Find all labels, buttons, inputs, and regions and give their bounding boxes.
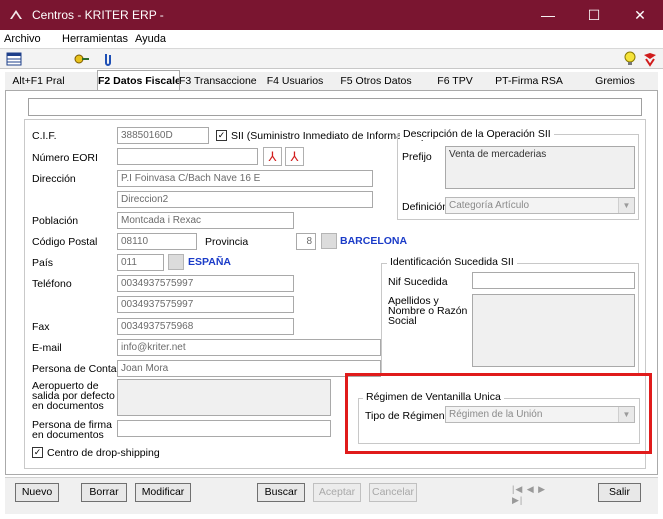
chevron-down-icon[interactable]: ▼ <box>618 198 634 213</box>
eori-label: Número EORI <box>32 152 98 164</box>
telefono2-input[interactable]: 0034937575997 <box>117 296 294 313</box>
cancelar-button[interactable]: Cancelar <box>369 483 417 502</box>
pais-code-input[interactable]: 011 <box>117 254 164 271</box>
codigo-postal-input[interactable]: 08110 <box>117 233 197 250</box>
prefijo-label: Prefijo <box>402 151 432 163</box>
app-logo-icon <box>10 10 22 19</box>
aeropuerto-label: Aeropuerto de salida por defecto en docu… <box>32 380 115 412</box>
eori-input[interactable] <box>117 148 258 165</box>
close-button[interactable]: ✕ <box>617 0 663 30</box>
direccion2-input[interactable]: Direccion2 <box>117 191 373 208</box>
provincia-label: Provincia <box>205 236 249 248</box>
pdf-icon-2[interactable]: ⅄ <box>285 147 304 166</box>
dropship-label: Centro de drop-shipping <box>47 447 160 459</box>
menu-ayuda[interactable]: Ayuda <box>135 33 166 45</box>
poblacion-label: Población <box>32 215 79 227</box>
prefijo-input[interactable]: Venta de mercaderias <box>445 146 635 189</box>
nif-input[interactable] <box>472 272 635 289</box>
codigo-postal-label: Código Postal <box>32 236 98 248</box>
tab-gremios[interactable]: Gremios <box>585 72 645 90</box>
tab-usuarios[interactable]: F4 Usuarios <box>263 72 327 90</box>
email-label: E-mail <box>32 342 62 354</box>
email-input[interactable]: info@kriter.net <box>117 339 381 356</box>
grid-icon[interactable] <box>6 51 22 67</box>
tab-otros-datos[interactable]: F5 Otros Datos <box>337 72 415 90</box>
provincia-lookup-button[interactable] <box>321 233 337 249</box>
pais-lookup-button[interactable] <box>168 254 184 270</box>
pais-name-link[interactable]: ESPAÑA <box>188 256 231 268</box>
key-icon[interactable] <box>74 51 90 67</box>
menu-herramientas[interactable]: Herramientas <box>62 33 128 45</box>
nuevo-button[interactable]: Nuevo <box>15 483 59 502</box>
apellidos-input[interactable] <box>472 294 635 367</box>
definicion-label: Definición <box>402 201 449 213</box>
menu-bar: Archivo Herramientas Ayuda <box>0 30 663 49</box>
aeropuerto-input[interactable] <box>117 379 331 416</box>
aceptar-button[interactable]: Aceptar <box>313 483 361 502</box>
cif-label: C.I.F. <box>32 130 57 142</box>
firma-input[interactable] <box>117 420 331 437</box>
salir-button[interactable]: Salir <box>598 483 641 502</box>
identificacion-sii-title: Identificación Sucedida SII <box>387 256 517 268</box>
tab-firma-rsa[interactable]: PT-Firma RSA <box>493 72 565 90</box>
provincia-code-input[interactable]: 8 <box>296 233 316 250</box>
poblacion-input[interactable]: Montcada i Rexac <box>117 212 294 229</box>
apellidos-label: Apellidos y Nombre o Razón Social <box>388 295 468 327</box>
pais-label: País <box>32 257 54 269</box>
buscar-button[interactable]: Buscar <box>257 483 305 502</box>
pdf-icon[interactable]: ⅄ <box>263 147 282 166</box>
minimize-button[interactable]: — <box>525 0 571 30</box>
modificar-button[interactable]: Modificar <box>135 483 191 502</box>
tab-principal[interactable]: Alt+F1 Pral <box>5 72 72 90</box>
sii-checkbox[interactable]: ✓ <box>216 130 227 141</box>
tab-datos-fiscales[interactable]: F2 Datos Fiscales <box>97 70 180 91</box>
nif-label: Nif Sucedida <box>388 276 448 288</box>
firma-label: Persona de firma en documentos <box>32 419 112 441</box>
title-bar: Centros - KRITER ERP - — ☐ ✕ <box>0 0 663 30</box>
exit-icon[interactable] <box>642 51 658 67</box>
definicion-value: Categoría Artículo <box>449 200 530 211</box>
borrar-button[interactable]: Borrar <box>81 483 127 502</box>
direccion-label: Dirección <box>32 173 76 185</box>
definicion-select[interactable]: Categoría Artículo ▼ <box>445 197 635 214</box>
maximize-button[interactable]: ☐ <box>571 0 617 30</box>
window-title: Centros - KRITER ERP - <box>32 8 164 22</box>
fax-label: Fax <box>32 321 50 333</box>
highlight-box <box>345 373 652 454</box>
descripcion-sii-title: Descripción de la Operación SII <box>400 128 554 140</box>
cif-input[interactable]: 38850160D <box>117 127 209 144</box>
contacto-input[interactable]: Joan Mora <box>117 360 381 377</box>
tab-tpv[interactable]: F6 TPV <box>430 72 480 90</box>
record-navigator[interactable]: |◀ ◀ ▶ ▶| <box>512 484 552 505</box>
tab-transacciones[interactable]: F3 Transacciones <box>179 72 257 90</box>
tab-strip: Alt+F1 Pral F2 Datos Fiscales F3 Transac… <box>5 70 658 91</box>
sii-label: SII (Suministro Inmediato de Información… <box>231 130 425 142</box>
toolbar <box>0 49 663 69</box>
menu-archivo[interactable]: Archivo <box>4 33 41 45</box>
dropship-checkbox[interactable]: ✓ <box>32 447 43 458</box>
provincia-name-link[interactable]: BARCELONA <box>340 235 407 247</box>
telefono-label: Teléfono <box>32 278 72 290</box>
lightbulb-icon[interactable] <box>622 51 638 67</box>
direccion-input[interactable]: P.I Foinvasa C/Bach Nave 16 E <box>117 170 373 187</box>
top-field[interactable] <box>28 98 642 116</box>
contacto-label: Persona de Contacto <box>32 363 131 375</box>
paperclip-icon[interactable] <box>100 51 116 67</box>
telefono1-input[interactable]: 0034937575997 <box>117 275 294 292</box>
fax-input[interactable]: 0034937575968 <box>117 318 294 335</box>
